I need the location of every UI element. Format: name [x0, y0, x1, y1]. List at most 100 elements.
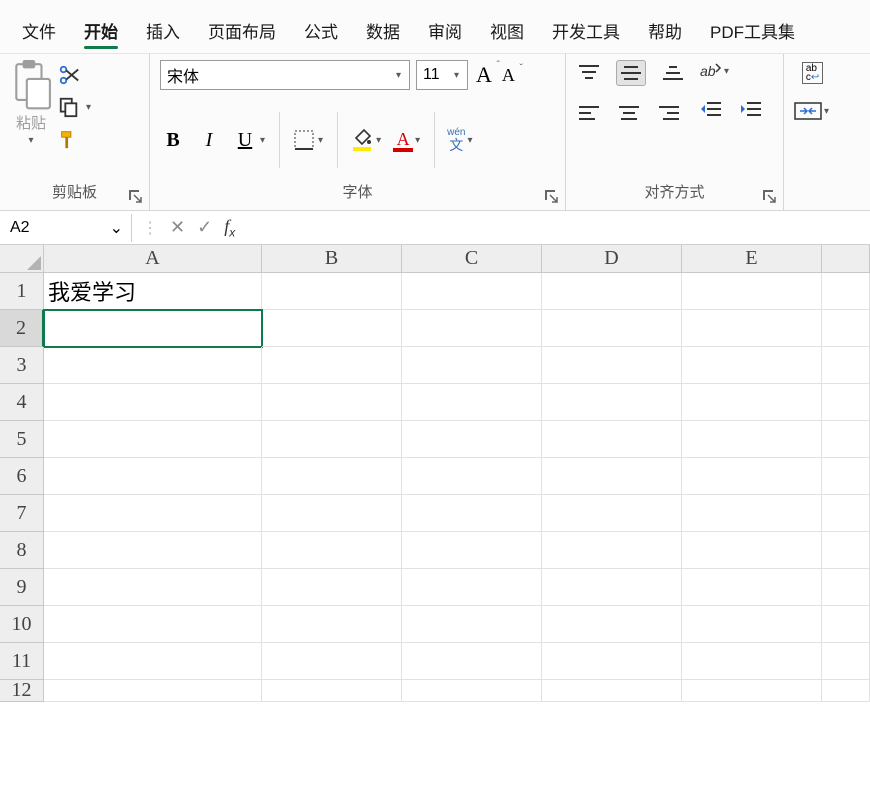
cell[interactable]	[682, 532, 822, 569]
decrease-indent-button[interactable]	[698, 96, 724, 122]
tab-developer[interactable]: 开发工具	[538, 10, 634, 53]
cell[interactable]	[44, 495, 262, 532]
tab-page-layout[interactable]: 页面布局	[194, 10, 290, 53]
cell[interactable]	[542, 532, 682, 569]
cell[interactable]	[262, 680, 402, 702]
formula-input[interactable]	[243, 214, 870, 242]
align-middle-button[interactable]	[616, 60, 646, 86]
row-header[interactable]: 9	[0, 569, 44, 606]
cell[interactable]	[44, 310, 262, 347]
cell[interactable]	[542, 384, 682, 421]
row-header[interactable]: 2	[0, 310, 44, 347]
row-header[interactable]: 3	[0, 347, 44, 384]
column-header[interactable]: D	[542, 245, 682, 273]
underline-button[interactable]: U ▾	[232, 127, 267, 153]
cell[interactable]	[542, 273, 682, 310]
cell[interactable]	[542, 495, 682, 532]
cell[interactable]	[402, 458, 542, 495]
cell[interactable]	[402, 606, 542, 643]
cell[interactable]	[44, 680, 262, 702]
paste-dropdown[interactable]: ▾	[26, 135, 35, 146]
cell[interactable]	[822, 458, 870, 495]
cell[interactable]	[262, 495, 402, 532]
clipboard-dialog-launcher[interactable]	[127, 188, 143, 204]
align-center-button[interactable]	[616, 100, 642, 126]
align-bottom-button[interactable]	[660, 60, 686, 86]
cell[interactable]	[542, 680, 682, 702]
cell[interactable]	[542, 643, 682, 680]
format-painter-button[interactable]	[58, 128, 93, 150]
row-header[interactable]: 10	[0, 606, 44, 643]
cell[interactable]	[44, 569, 262, 606]
cell[interactable]	[822, 310, 870, 347]
cell[interactable]	[402, 384, 542, 421]
cell[interactable]	[402, 273, 542, 310]
cell[interactable]	[682, 347, 822, 384]
tab-formulas[interactable]: 公式	[290, 10, 352, 53]
cancel-formula-button[interactable]: ✕	[170, 217, 185, 238]
cell[interactable]	[682, 384, 822, 421]
tab-view[interactable]: 视图	[476, 10, 538, 53]
cell[interactable]	[822, 347, 870, 384]
font-name-select[interactable]: 宋体 ▾	[160, 60, 410, 90]
row-header[interactable]: 4	[0, 384, 44, 421]
fill-color-button[interactable]: ▾	[350, 128, 383, 152]
cell[interactable]	[262, 458, 402, 495]
column-header[interactable]: E	[682, 245, 822, 273]
cell[interactable]	[44, 384, 262, 421]
cut-button[interactable]	[58, 64, 93, 86]
cell[interactable]	[822, 495, 870, 532]
cell[interactable]	[542, 606, 682, 643]
paste-button[interactable]: 粘贴 ▾	[10, 60, 52, 146]
font-dialog-launcher[interactable]	[543, 188, 559, 204]
cell[interactable]	[682, 310, 822, 347]
cell[interactable]	[682, 421, 822, 458]
cell[interactable]	[822, 384, 870, 421]
cell[interactable]	[682, 606, 822, 643]
alignment-dialog-launcher[interactable]	[761, 188, 777, 204]
accept-formula-button[interactable]: ✓	[197, 217, 212, 238]
select-all-button[interactable]	[0, 245, 44, 273]
cell[interactable]	[262, 384, 402, 421]
cell[interactable]	[682, 273, 822, 310]
tab-help[interactable]: 帮助	[634, 10, 696, 53]
cell[interactable]	[402, 569, 542, 606]
increase-indent-button[interactable]	[738, 96, 764, 122]
cell[interactable]	[262, 273, 402, 310]
cell[interactable]	[542, 310, 682, 347]
row-header[interactable]: 1	[0, 273, 44, 310]
chevron-down-icon[interactable]: ⌄	[110, 218, 123, 238]
increase-font-button[interactable]: Aˆ	[474, 62, 494, 88]
align-left-button[interactable]	[576, 100, 602, 126]
cell[interactable]	[682, 458, 822, 495]
cell[interactable]	[822, 680, 870, 702]
cell[interactable]	[402, 643, 542, 680]
cell[interactable]	[262, 347, 402, 384]
cell[interactable]	[402, 680, 542, 702]
cell[interactable]	[262, 532, 402, 569]
cell[interactable]	[402, 421, 542, 458]
cell[interactable]	[44, 532, 262, 569]
cell[interactable]	[822, 532, 870, 569]
tab-pdf-tools[interactable]: PDF工具集	[696, 10, 809, 53]
column-header[interactable]: A	[44, 245, 262, 273]
cell[interactable]	[542, 421, 682, 458]
cell[interactable]	[402, 495, 542, 532]
cell[interactable]	[822, 569, 870, 606]
phonetic-guide-button[interactable]: wén 文 ▾	[447, 128, 474, 152]
decrease-font-button[interactable]: Aˇ	[500, 65, 517, 86]
cell[interactable]	[262, 310, 402, 347]
tab-home[interactable]: 开始	[70, 10, 132, 53]
cell[interactable]	[262, 606, 402, 643]
cell[interactable]	[402, 310, 542, 347]
column-header[interactable]: C	[402, 245, 542, 273]
cell[interactable]	[822, 606, 870, 643]
tab-review[interactable]: 审阅	[414, 10, 476, 53]
row-header[interactable]: 8	[0, 532, 44, 569]
cell[interactable]	[822, 273, 870, 310]
insert-function-button[interactable]: fx	[224, 216, 235, 240]
column-header[interactable]	[822, 245, 870, 273]
border-button[interactable]: ▾	[292, 128, 325, 152]
copy-button[interactable]: ▾	[58, 96, 93, 118]
cell[interactable]	[44, 347, 262, 384]
